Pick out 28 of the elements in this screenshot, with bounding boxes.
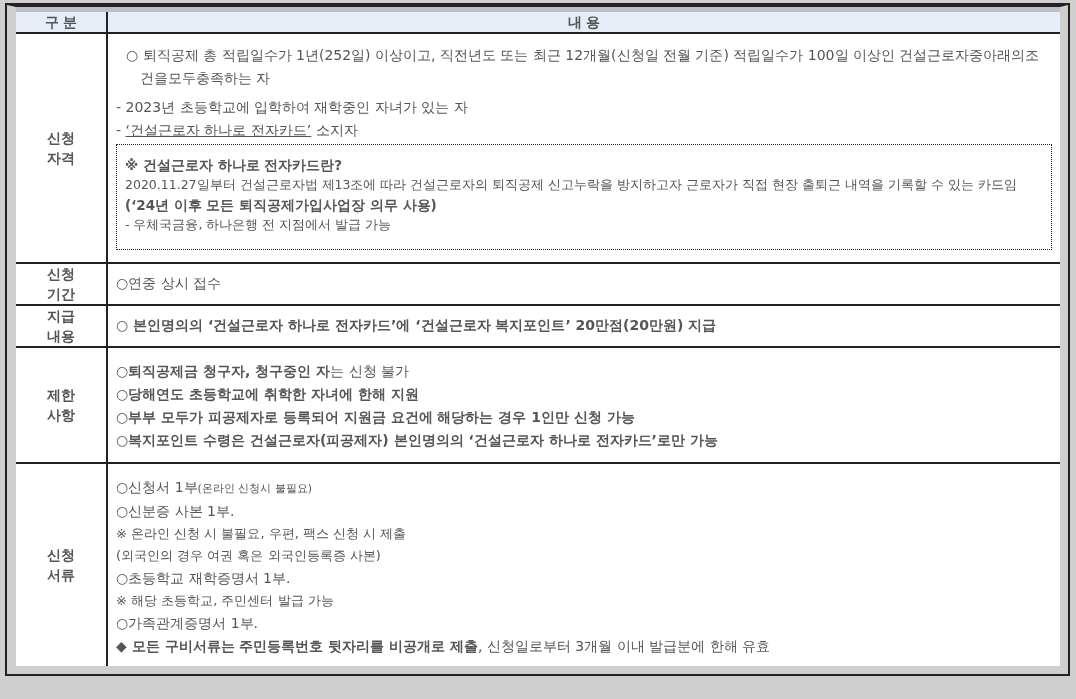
row-label: 신청 기간 [47, 265, 75, 304]
list-line: ○신분증 사본 1부. [116, 502, 236, 521]
row-label: 신청 서류 [47, 546, 75, 585]
list-line: - 2023년 초등학교에 입학하여 재학중인 자녀가 있는 자 [116, 98, 469, 117]
paragraph-text: ○ 퇴직공제 총 적립일수가 1년(252일) 이상이고, 직전년도 또는 최근 12개월(신청일 전월 기준) 적립일수가 100일 이상인 건설근로자중아래의조건을모두충족하는 자 [125, 46, 1041, 88]
row-label: 지급 내용 [47, 307, 75, 346]
note-line: 2020.11.27일부터 건설근로자법 제13조에 따라 건설근로자의 퇴직공제 신고누락을 방지하고자 근로자가 직접 현장 출퇴근 내역을 기록할 수 있는 카드임 [125, 176, 1019, 194]
note-line: - 우체국금융, 하나은행 전 지점에서 발급 가능 [125, 216, 393, 234]
bold-line: ○ 본인명의의 ‘건설근로자 하나로 전자카드’에 ‘건설근로자 복지포인트’ 20만점(20만원) 지급 [116, 315, 718, 335]
note-line: (외국인의 경우 여권 혹은 외국인등록증 사본) [116, 547, 382, 565]
row-label: 신청 자격 [47, 129, 75, 168]
bold-line: ○복지포인트 수령은 건설근로자(피공제자) 본인명의의 ‘건설근로자 하나로 전자카드’로만 가능 [116, 431, 719, 450]
note-line: ※ 해당 초등학교, 주민센터 발급 가능 [116, 592, 335, 610]
bold-line: ○부부 모두가 피공제자로 등록되어 지원금 요건에 해당하는 경우 1인만 신청 가능 [116, 408, 636, 427]
list-line: ○연중 상시 접수 [116, 273, 223, 293]
note-line: ※ 온라인 신청 시 불필요, 우편, 팩스 신청 시 제출 [116, 525, 408, 543]
list-line: - ‘건설근로자 하나로 전자카드’ 소지자 [116, 121, 359, 140]
bold-line: (‘24년 이후 모든 퇴직공제가입사업장 의무 사용) [125, 196, 438, 215]
bold-line: ※ 건설근로자 하나로 전자카드란? [125, 156, 344, 175]
column-header: 구 분 [43, 13, 79, 32]
list-line: ◆ 모든 구비서류는 주민등록번호 뒷자리를 비공개로 제출, 신청일로부터 3개월 이내 발급분에 한해 유효 [116, 637, 772, 656]
bold-line: ○당해연도 초등학교에 취학한 자녀에 한해 지원 [116, 385, 420, 404]
row-label: 제한 사항 [47, 386, 75, 425]
column-header: 내 용 [106, 12, 1060, 32]
list-line: ○퇴직공제금 청구자, 청구중인 자는 신청 불가 [116, 362, 411, 381]
list-line: ○가족관계증명서 1부. [116, 614, 260, 633]
list-line: ○초등학교 재학증명서 1부. [116, 569, 292, 588]
list-line: ○신청서 1부(온라인 신청시 불필요) [116, 478, 314, 497]
